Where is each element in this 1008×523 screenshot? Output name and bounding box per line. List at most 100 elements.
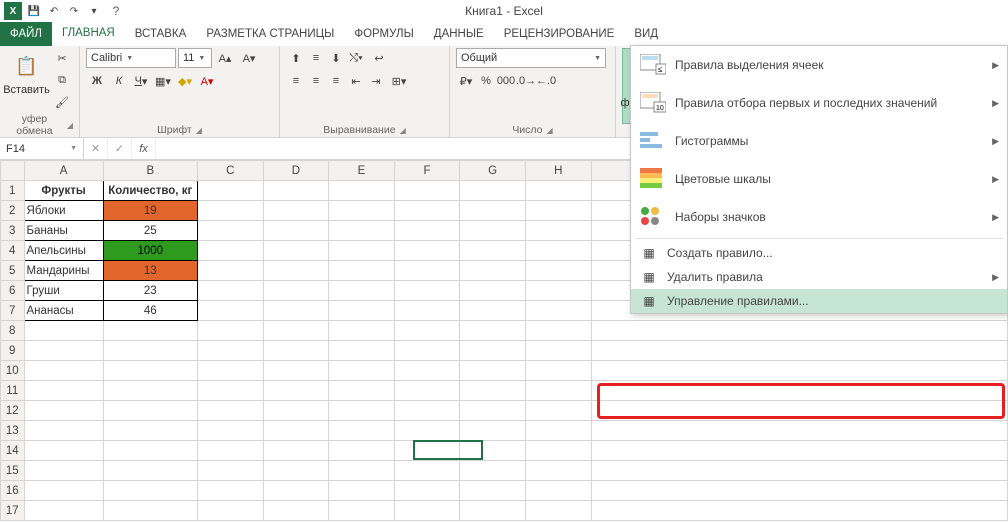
cell[interactable] <box>460 481 526 501</box>
cell[interactable] <box>263 301 329 321</box>
cell[interactable] <box>394 401 460 421</box>
cell[interactable] <box>394 341 460 361</box>
cell[interactable] <box>394 501 460 521</box>
cell[interactable]: 46 <box>103 301 197 321</box>
cell[interactable] <box>329 341 395 361</box>
cell[interactable] <box>197 281 263 301</box>
tab-review[interactable]: РЕЦЕНЗИРОВАНИЕ <box>494 22 625 46</box>
cell[interactable] <box>525 181 591 201</box>
cf-clear-rules[interactable]: ▦ Удалить правила ▶ <box>631 265 1007 289</box>
cell[interactable] <box>591 441 942 461</box>
shrink-font-icon[interactable]: A▾ <box>238 48 260 68</box>
cell[interactable] <box>24 321 103 341</box>
align-top-icon[interactable]: ⬆ <box>286 48 306 68</box>
cell[interactable] <box>197 381 263 401</box>
wrap-text-icon[interactable]: ↩ <box>366 48 392 68</box>
cell[interactable] <box>263 241 329 261</box>
cell[interactable] <box>394 241 460 261</box>
font-dialog-icon[interactable]: ◢ <box>196 126 202 135</box>
cell[interactable] <box>942 401 1008 421</box>
cell[interactable]: Фрукты <box>24 181 103 201</box>
tab-insert[interactable]: ВСТАВКА <box>125 22 197 46</box>
cell[interactable] <box>525 441 591 461</box>
cell[interactable] <box>942 381 1008 401</box>
row-header[interactable]: 13 <box>1 421 25 441</box>
cell[interactable] <box>460 201 526 221</box>
row-header[interactable]: 15 <box>1 461 25 481</box>
cell[interactable] <box>197 481 263 501</box>
cell[interactable] <box>263 361 329 381</box>
row-header[interactable]: 10 <box>1 361 25 381</box>
dec-decimal-icon[interactable]: ←.0 <box>536 71 556 91</box>
col-header[interactable]: C <box>197 161 263 181</box>
cell[interactable] <box>942 501 1008 521</box>
formula-accept-icon[interactable]: ✓ <box>108 138 132 159</box>
align-bottom-icon[interactable]: ⬇ <box>326 48 346 68</box>
cell[interactable] <box>329 501 395 521</box>
inc-decimal-icon[interactable]: .0→ <box>516 71 536 91</box>
cell[interactable] <box>197 221 263 241</box>
cell[interactable] <box>460 381 526 401</box>
cell[interactable] <box>591 361 942 381</box>
clipboard-dialog-icon[interactable]: ◢ <box>67 121 73 130</box>
cell[interactable] <box>460 221 526 241</box>
cell[interactable] <box>197 181 263 201</box>
cf-data-bars[interactable]: Гистограммы ▶ <box>631 122 1007 160</box>
fill-color-button[interactable]: ◆▾ <box>174 71 196 91</box>
cell[interactable] <box>329 461 395 481</box>
align-center-icon[interactable]: ≡ <box>306 71 326 91</box>
merge-icon[interactable]: ⊞▾ <box>386 71 412 91</box>
cell[interactable] <box>197 401 263 421</box>
cell[interactable] <box>103 461 197 481</box>
cf-highlight-rules[interactable]: ≤ Правила выделения ячеек ▶ <box>631 46 1007 84</box>
cell[interactable] <box>394 221 460 241</box>
cell[interactable] <box>525 381 591 401</box>
cell[interactable] <box>525 481 591 501</box>
row-header[interactable]: 6 <box>1 281 25 301</box>
cell[interactable] <box>197 321 263 341</box>
cell[interactable] <box>103 361 197 381</box>
select-all-corner[interactable] <box>1 161 25 181</box>
cell[interactable] <box>329 301 395 321</box>
cell[interactable] <box>942 321 1008 341</box>
row-header[interactable]: 12 <box>1 401 25 421</box>
align-left-icon[interactable]: ≡ <box>286 71 306 91</box>
cell[interactable] <box>329 221 395 241</box>
cell[interactable] <box>263 201 329 221</box>
cell[interactable] <box>329 241 395 261</box>
cell[interactable] <box>525 221 591 241</box>
tab-home[interactable]: ГЛАВНАЯ <box>52 22 125 46</box>
cell[interactable] <box>394 461 460 481</box>
cell[interactable] <box>329 481 395 501</box>
number-format-combo[interactable]: Общий▼ <box>456 48 606 68</box>
cell[interactable]: 1000 <box>103 241 197 261</box>
cf-color-scales[interactable]: Цветовые шкалы ▶ <box>631 160 1007 198</box>
align-right-icon[interactable]: ≡ <box>326 71 346 91</box>
font-name-combo[interactable]: Calibri▼ <box>86 48 176 68</box>
cell[interactable] <box>460 181 526 201</box>
cell[interactable] <box>394 481 460 501</box>
cell[interactable] <box>329 321 395 341</box>
cell[interactable] <box>942 361 1008 381</box>
cell[interactable] <box>24 461 103 481</box>
cell[interactable]: Количество, кг <box>103 181 197 201</box>
cell[interactable] <box>197 361 263 381</box>
paste-button[interactable]: 📋 Вставить <box>6 48 47 98</box>
row-header[interactable]: 1 <box>1 181 25 201</box>
col-header[interactable]: G <box>460 161 526 181</box>
border-button[interactable]: ▦▾ <box>152 71 174 91</box>
format-painter-icon[interactable]: 🖌 <box>51 92 73 112</box>
copy-icon[interactable]: ⧉ <box>51 70 73 90</box>
undo-icon[interactable]: ↶ <box>46 3 62 19</box>
cell[interactable] <box>460 241 526 261</box>
bold-button[interactable]: Ж <box>86 71 108 91</box>
name-box[interactable]: F14▼ <box>0 138 84 159</box>
cell[interactable] <box>197 501 263 521</box>
cell[interactable]: Бананы <box>24 221 103 241</box>
cell[interactable] <box>525 461 591 481</box>
number-dialog-icon[interactable]: ◢ <box>547 126 553 135</box>
cell[interactable] <box>460 321 526 341</box>
currency-icon[interactable]: ₽▾ <box>456 71 476 91</box>
cell[interactable] <box>24 361 103 381</box>
cell[interactable] <box>525 421 591 441</box>
